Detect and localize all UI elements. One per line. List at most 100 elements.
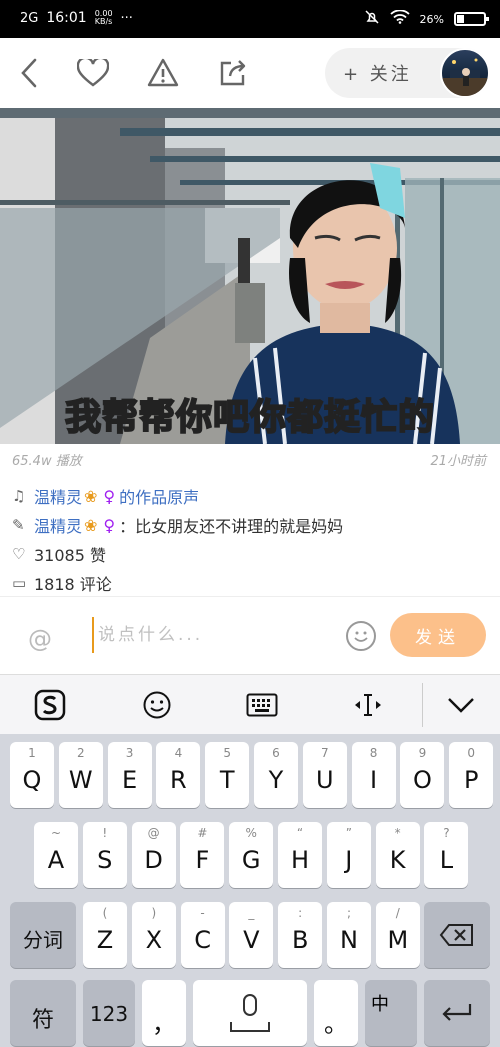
more-dots: ··· <box>120 10 133 26</box>
music-row[interactable]: ♫ 温精灵 ❀ ♀ 的作品原声 <box>12 483 490 509</box>
key-comma[interactable]: ， <box>142 980 186 1046</box>
female-sign-icon: ♀ <box>103 515 116 535</box>
wifi-icon <box>389 9 410 28</box>
comment-bubble-icon: ▭ <box>12 574 27 592</box>
key-symbols[interactable]: 符 <box>10 980 76 1046</box>
post-time: 21小时前 <box>430 454 486 469</box>
video-subtitle: 我帮帮你吧你都挺忙的 <box>64 396 435 439</box>
play-count: 65.4w 播放 <box>12 454 82 469</box>
key-d[interactable]: @ D <box>131 822 176 888</box>
text-cursor-icon <box>355 694 381 716</box>
key-h[interactable]: “H <box>278 822 322 888</box>
key-a[interactable]: ~ A <box>34 822 78 888</box>
network-speed: 0.00 KB/s <box>94 9 113 26</box>
send-button[interactable]: 发送 <box>390 613 486 657</box>
key-y[interactable]: 6Y <box>254 742 298 808</box>
key-fenci[interactable]: 分词 <box>10 902 76 968</box>
key-e[interactable]: 3E <box>107 742 152 808</box>
key-language-switch[interactable]: 中 <box>365 980 417 1046</box>
key-numbers[interactable]: 123 <box>83 980 135 1046</box>
key-l[interactable]: ? L <box>424 822 469 888</box>
cursor-move-button[interactable] <box>350 687 386 723</box>
comment-count: 1818 评论 <box>34 575 112 594</box>
status-time: 16:01 <box>46 10 87 26</box>
key-s[interactable]: ! S <box>82 822 127 888</box>
space-bar-glyph <box>230 1022 270 1032</box>
follow-button[interactable]: + 关注 <box>343 60 412 86</box>
key-u[interactable]: 7U <box>302 742 347 808</box>
fairy-emoji-icon: ❀ <box>84 515 98 535</box>
caption-row: ✎ 温精灵 ❀ ♀ ：比女朋友还不讲理的就是妈妈 <box>12 512 490 538</box>
keyboard-toolbar <box>0 674 500 734</box>
emoji-keyboard-button[interactable] <box>139 687 175 723</box>
like-count: 31085 赞 <box>34 546 106 565</box>
heart-outline-icon: ♡ <box>12 545 26 563</box>
key-c[interactable]: -C <box>180 902 225 968</box>
key-m[interactable]: / M <box>375 902 420 968</box>
key-p[interactable]: 0P <box>449 742 494 808</box>
likes-row: ♡ 31085 赞 <box>12 541 490 567</box>
signal-indicator: 2G <box>20 10 39 26</box>
report-button[interactable] <box>144 54 182 92</box>
keyboard-layout-button[interactable] <box>244 687 280 723</box>
backspace-icon <box>439 924 473 946</box>
key-enter[interactable] <box>424 980 490 1046</box>
music-note-icon: ♫ <box>12 487 26 505</box>
like-button[interactable] <box>74 54 112 92</box>
key-space[interactable] <box>193 980 307 1046</box>
key-b[interactable]: :B <box>278 902 323 968</box>
key-r[interactable]: 4R <box>156 742 201 808</box>
video-stats: 65.4w 播放 21小时前 <box>0 450 500 472</box>
video-player[interactable]: 我帮帮你吧你都挺忙的 <box>0 108 500 444</box>
female-sign-icon: ♀ <box>103 486 116 506</box>
share-button[interactable] <box>214 54 252 92</box>
back-button[interactable] <box>10 54 48 92</box>
comment-input[interactable] <box>92 617 332 653</box>
enter-icon <box>442 1004 472 1021</box>
comments-row[interactable]: ▭ 1818 评论 <box>12 570 490 596</box>
key-period[interactable]: 。 <box>314 980 358 1046</box>
caption-author[interactable]: 温精灵 <box>34 513 82 537</box>
caption-text: ：比女朋友还不讲理的就是妈妈 <box>119 517 344 536</box>
author-avatar[interactable] <box>440 48 490 98</box>
music-suffix: 的作品原声 <box>119 488 200 507</box>
mute-icon <box>364 9 380 29</box>
chevron-down-icon <box>448 698 474 713</box>
toolbar-divider <box>422 683 423 727</box>
status-bar: 2G 16:01 0.00 KB/s ··· 26% <box>0 0 500 38</box>
key-t[interactable]: 5T <box>205 742 250 808</box>
smiley-icon <box>143 691 171 719</box>
follow-pill: + 关注 <box>325 48 490 98</box>
music-author[interactable]: 温精灵 <box>34 484 82 508</box>
key-z[interactable]: (Z <box>83 902 127 968</box>
sogou-logo-button[interactable] <box>32 687 68 723</box>
microphone-icon <box>243 994 257 1016</box>
emoji-button[interactable] <box>346 621 376 651</box>
sogou-icon <box>34 689 66 721</box>
key-q[interactable]: 1Q <box>10 742 54 808</box>
warning-icon <box>147 58 179 87</box>
key-v[interactable]: _ V <box>229 902 274 968</box>
key-x[interactable]: ) X <box>131 902 176 968</box>
video-header: + 关注 <box>0 38 500 108</box>
key-f[interactable]: # F <box>180 822 225 888</box>
fairy-emoji-icon: ❀ <box>84 486 98 506</box>
battery-percent: 26% <box>419 12 444 26</box>
comment-bar: @ 发送 <box>0 596 500 674</box>
keyboard-icon <box>246 693 278 717</box>
chevron-left-icon <box>21 58 37 88</box>
key-j[interactable]: ” J <box>326 822 371 888</box>
collapse-keyboard-button[interactable] <box>443 687 479 723</box>
key-backspace[interactable] <box>424 902 490 968</box>
key-o[interactable]: 9O <box>400 742 445 808</box>
key-k[interactable]: * K <box>375 822 420 888</box>
key-i[interactable]: 8I <box>351 742 396 808</box>
mention-icon[interactable]: @ <box>28 625 52 653</box>
key-n[interactable]: ; N <box>327 902 371 968</box>
heart-icon <box>77 59 109 87</box>
battery-icon <box>454 12 489 26</box>
key-w[interactable]: 2W <box>58 742 103 808</box>
keyboard: 分词 符 123 ， 。 中 1 Q 2 W 3 E 4 R 5 T 6 Y 7 U 8 I 9 O 0 P ~ A! S @… <box>0 734 500 1047</box>
pencil-icon: ✎ <box>12 516 25 534</box>
key-g[interactable]: % G <box>229 822 274 888</box>
